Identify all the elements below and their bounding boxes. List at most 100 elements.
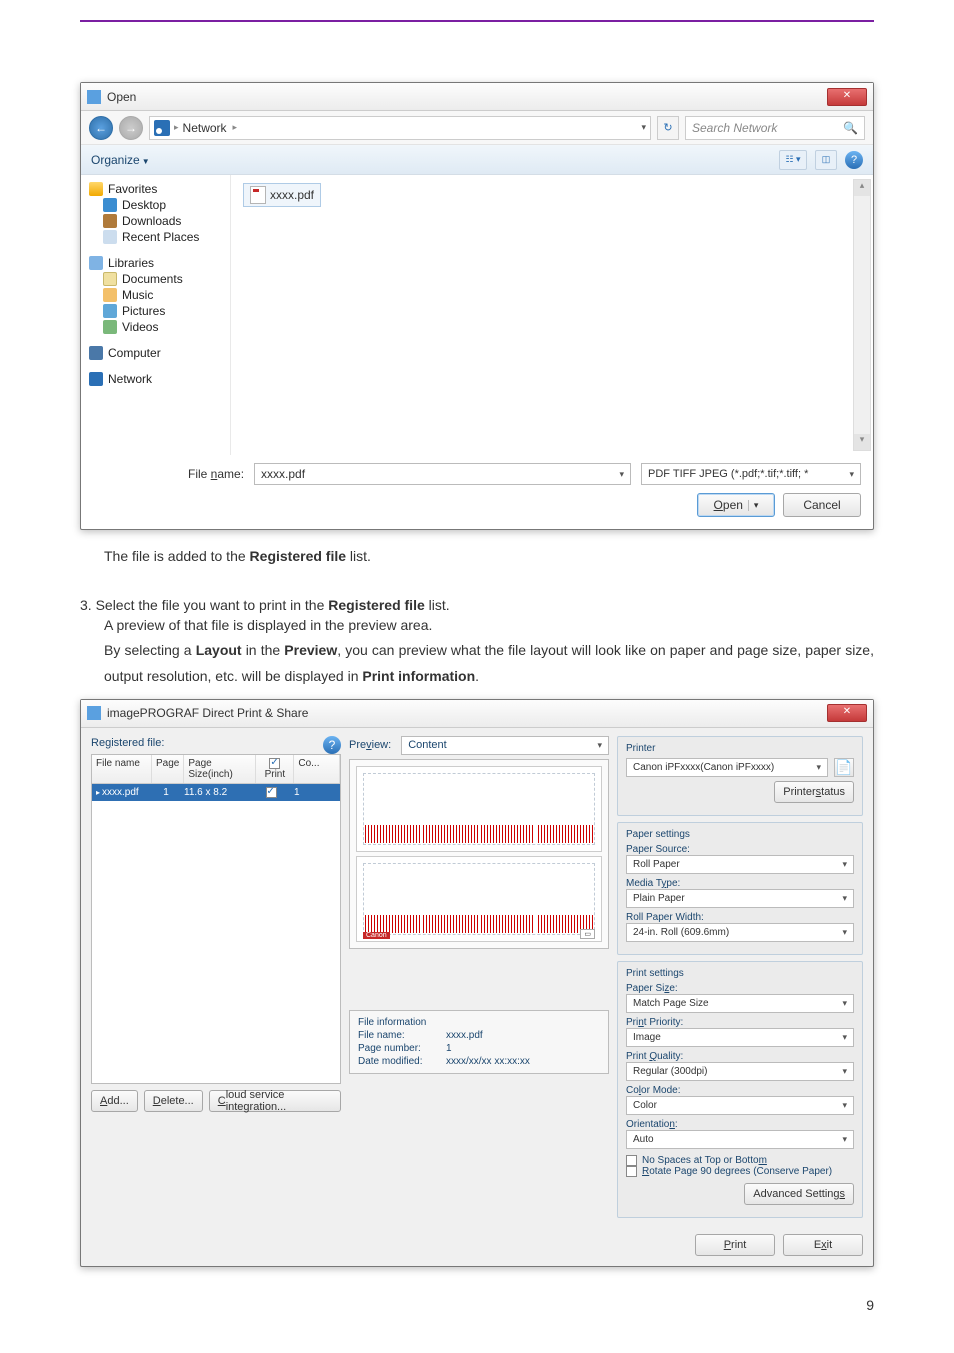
open-dialog-icon bbox=[87, 90, 101, 104]
nav-network[interactable]: Network bbox=[85, 371, 226, 387]
nav-downloads[interactable]: Downloads bbox=[85, 213, 226, 229]
breadcrumb-dropdown[interactable]: ▾ bbox=[641, 122, 646, 133]
color-mode-label: Color Mode: bbox=[626, 1085, 854, 1096]
file-list[interactable]: xxxx.pdf ▴ ▾ bbox=[231, 175, 873, 455]
cancel-button[interactable]: Cancel bbox=[783, 493, 861, 517]
view-button[interactable]: ☷ ▾ bbox=[779, 150, 807, 170]
organize-button[interactable]: Organize▼ bbox=[91, 153, 150, 167]
breadcrumb[interactable]: ▸ Network ▸ ▾ bbox=[149, 116, 651, 140]
print-quality-select[interactable]: Regular (300dpi)▾ bbox=[626, 1062, 854, 1081]
delete-button[interactable]: Delete... bbox=[144, 1090, 203, 1112]
nav-documents[interactable]: Documents bbox=[85, 271, 226, 287]
roll-width-select[interactable]: 24-in. Roll (609.6mm)▾ bbox=[626, 923, 854, 942]
step-3-sub1: A preview of that file is displayed in t… bbox=[104, 613, 874, 638]
print-settings-group: Print settings Paper Size: Match Page Si… bbox=[617, 961, 863, 1218]
nav-libraries[interactable]: Libraries bbox=[85, 255, 226, 271]
table-header: File name Page Page Size(inch) Print Co.… bbox=[92, 755, 340, 784]
rotate-checkbox[interactable]: Rotate Page 90 degrees (Conserve Paper) bbox=[626, 1166, 854, 1177]
nav-recent-places[interactable]: Recent Places bbox=[85, 229, 226, 245]
file-information: File information File name:xxxx.pdf Page… bbox=[349, 1010, 609, 1074]
file-item-label: xxxx.pdf bbox=[270, 188, 314, 202]
printer-status-button[interactable]: Printer status bbox=[774, 781, 854, 803]
search-input[interactable]: Search Network 🔍 bbox=[685, 116, 865, 140]
col-print[interactable]: Print bbox=[256, 755, 294, 783]
chevron-down-icon[interactable]: ▾ bbox=[597, 740, 602, 751]
print-header-checkbox[interactable] bbox=[269, 758, 280, 769]
help-button[interactable]: ? bbox=[845, 151, 863, 169]
nav-favorites[interactable]: Favorites bbox=[85, 181, 226, 197]
paper-source-select[interactable]: Roll Paper▾ bbox=[626, 855, 854, 874]
paper-size-select[interactable]: Match Page Size▾ bbox=[626, 994, 854, 1013]
documents-icon bbox=[103, 272, 117, 286]
scrollbar[interactable]: ▴ ▾ bbox=[853, 179, 871, 451]
dps-titlebar: imagePROGRAF Direct Print & Share ✕ bbox=[81, 700, 873, 728]
registered-file-table[interactable]: File name Page Page Size(inch) Print Co.… bbox=[91, 754, 341, 1084]
forward-button[interactable]: → bbox=[119, 116, 143, 140]
add-button[interactable]: Add... bbox=[91, 1090, 138, 1112]
chevron-down-icon[interactable]: ▾ bbox=[619, 469, 624, 480]
file-type-select[interactable]: PDF TIFF JPEG (*.pdf;*.tif;*.tiff; * ▾ bbox=[641, 463, 861, 485]
nav-music[interactable]: Music bbox=[85, 287, 226, 303]
print-button[interactable]: Print bbox=[695, 1234, 775, 1256]
open-dialog-title: Open bbox=[107, 90, 827, 104]
media-type-label: Media Type: bbox=[626, 878, 854, 889]
checkbox-icon bbox=[626, 1166, 637, 1177]
color-mode-select[interactable]: Color▾ bbox=[626, 1096, 854, 1115]
network-tree-icon bbox=[89, 372, 103, 386]
row-print-checkbox[interactable] bbox=[266, 787, 277, 798]
advanced-settings-button[interactable]: Advanced Settings bbox=[744, 1183, 854, 1205]
open-split-dropdown[interactable]: ▾ bbox=[748, 500, 759, 511]
chevron-down-icon[interactable]: ▾ bbox=[849, 469, 854, 480]
preview-select[interactable]: Content ▾ bbox=[401, 736, 609, 755]
file-item[interactable]: xxxx.pdf bbox=[243, 183, 321, 207]
exit-button[interactable]: Exit bbox=[783, 1234, 863, 1256]
file-info-title: File information bbox=[358, 1017, 600, 1028]
breadcrumb-label: Network bbox=[183, 121, 227, 135]
scroll-down[interactable]: ▾ bbox=[854, 434, 870, 450]
network-icon bbox=[154, 120, 170, 136]
breadcrumb-chevron: ▸ bbox=[233, 122, 238, 133]
music-icon bbox=[103, 288, 117, 302]
col-pagesize[interactable]: Page Size(inch) bbox=[184, 755, 256, 783]
orientation-select[interactable]: Auto▾ bbox=[626, 1130, 854, 1149]
printer-properties-button[interactable]: 📄 bbox=[834, 758, 854, 777]
no-spaces-checkbox[interactable]: No Spaces at Top or Bottom bbox=[626, 1155, 854, 1166]
help-icon[interactable]: ? bbox=[323, 736, 341, 754]
preview-caption-right: ▭ bbox=[580, 929, 595, 939]
nav-desktop[interactable]: Desktop bbox=[85, 197, 226, 213]
settings-panel: Printer Canon iPFxxxx(Canon iPFxxxx)▾ 📄 … bbox=[617, 736, 863, 1224]
scroll-up[interactable]: ▴ bbox=[854, 180, 870, 196]
refresh-button[interactable]: ↻ bbox=[657, 116, 679, 140]
dps-title: imagePROGRAF Direct Print & Share bbox=[107, 706, 827, 720]
nav-tree: Favorites Desktop Downloads Recent Place… bbox=[81, 175, 231, 455]
open-button[interactable]: Open ▾ bbox=[697, 493, 775, 517]
table-row[interactable]: ▸xxxx.pdf 1 11.6 x 8.2 1 bbox=[92, 784, 340, 801]
file-name-label: File name: bbox=[188, 467, 244, 481]
cloud-service-button[interactable]: Cloud service integration... bbox=[209, 1090, 341, 1112]
nav-pictures[interactable]: Pictures bbox=[85, 303, 226, 319]
file-name-input[interactable]: xxxx.pdf ▾ bbox=[254, 463, 631, 485]
step-3-sub2: By selecting a Layout in the Preview, yo… bbox=[104, 638, 874, 688]
back-button[interactable]: ← bbox=[89, 116, 113, 140]
col-co[interactable]: Co... bbox=[294, 755, 340, 783]
close-button[interactable]: ✕ bbox=[827, 88, 867, 106]
computer-icon bbox=[89, 346, 103, 360]
print-priority-label: Print Priority: bbox=[626, 1017, 854, 1028]
preview-canvas: Canon ▭ bbox=[349, 759, 609, 949]
nav-videos[interactable]: Videos bbox=[85, 319, 226, 335]
preview-pane-button[interactable]: ◫ bbox=[815, 150, 837, 170]
dps-close-button[interactable]: ✕ bbox=[827, 704, 867, 722]
nav-computer[interactable]: Computer bbox=[85, 345, 226, 361]
print-priority-select[interactable]: Image▾ bbox=[626, 1028, 854, 1047]
dialog-footer: File name: xxxx.pdf ▾ PDF TIFF JPEG (*.p… bbox=[81, 455, 873, 529]
preview-panel: Preview: Content ▾ Canon ▭ File informat… bbox=[349, 736, 609, 1224]
libraries-icon bbox=[89, 256, 103, 270]
col-page[interactable]: Page bbox=[152, 755, 184, 783]
printer-select[interactable]: Canon iPFxxxx(Canon iPFxxxx)▾ bbox=[626, 758, 828, 777]
media-type-select[interactable]: Plain Paper▾ bbox=[626, 889, 854, 908]
page-number: 9 bbox=[80, 1297, 874, 1313]
col-filename[interactable]: File name bbox=[92, 755, 152, 783]
search-placeholder: Search Network bbox=[692, 121, 777, 135]
caption-after-open: The file is added to the Registered file… bbox=[104, 544, 874, 569]
step-3: 3. Select the file you want to print in … bbox=[80, 597, 874, 613]
